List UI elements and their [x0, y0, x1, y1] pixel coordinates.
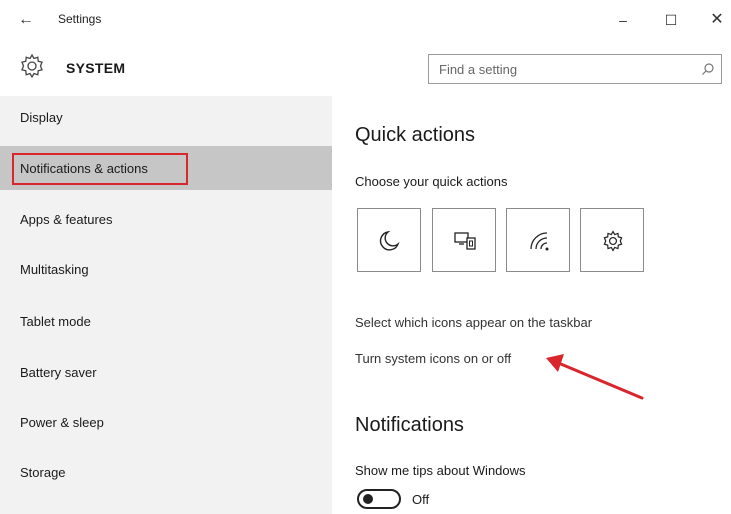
- search-icon[interactable]: [701, 62, 715, 76]
- window-title: Settings: [58, 12, 102, 26]
- notifications-heading: Notifications: [355, 414, 464, 436]
- quick-actions-heading: Quick actions: [355, 124, 476, 146]
- choose-quick-actions-label: Choose your quick actions: [355, 174, 508, 189]
- page-title: SYSTEM: [66, 60, 126, 76]
- sidebar-item-display[interactable]: Display: [0, 96, 332, 140]
- minimize-button[interactable]: –: [607, 8, 639, 32]
- back-button[interactable]: ←: [14, 8, 38, 32]
- maximize-icon: ☐: [664, 12, 678, 28]
- sidebar-item-label: Battery saver: [20, 365, 97, 380]
- page-header: SYSTEM: [0, 40, 731, 96]
- sidebar-item-label: Power & sleep: [20, 415, 104, 430]
- taskbar-icons-link[interactable]: Select which icons appear on the taskbar: [355, 315, 592, 330]
- tips-toggle[interactable]: [357, 489, 401, 509]
- settings-gear-icon: [603, 230, 623, 252]
- sidebar-item-notifications-actions[interactable]: Notifications & actions: [0, 146, 332, 190]
- sidebar-item-battery-saver[interactable]: Battery saver: [0, 351, 332, 395]
- network-icon: [530, 232, 549, 251]
- tips-label: Show me tips about Windows: [355, 463, 526, 478]
- quick-action-tile-all-settings[interactable]: [580, 208, 644, 272]
- back-arrow-icon: ←: [18, 11, 34, 28]
- sidebar-item-power-sleep[interactable]: Power & sleep: [0, 401, 332, 445]
- main-content: Quick actions Choose your quick actions: [332, 96, 731, 514]
- sidebar-item-multitasking[interactable]: Multitasking: [0, 248, 332, 292]
- title-bar: ← Settings – ☐ ✕: [0, 0, 731, 40]
- toggle-knob: [363, 494, 373, 504]
- sidebar-item-label: Notifications & actions: [20, 161, 148, 176]
- sidebar-item-label: Tablet mode: [20, 314, 91, 329]
- sidebar-item-storage[interactable]: Storage: [0, 451, 332, 495]
- project-display-icon: [454, 232, 476, 250]
- search-box[interactable]: [428, 54, 722, 84]
- gear-icon: [21, 53, 43, 79]
- toggle-state-label: Off: [412, 492, 430, 507]
- search-input[interactable]: [429, 55, 689, 83]
- sidebar-item-apps-features[interactable]: Apps & features: [0, 198, 332, 242]
- sidebar-item-label: Display: [20, 110, 63, 125]
- minimize-icon: –: [619, 12, 627, 28]
- close-button[interactable]: ✕: [701, 8, 731, 32]
- maximize-button[interactable]: ☐: [655, 8, 687, 32]
- sidebar-item-label: Apps & features: [20, 212, 113, 227]
- quick-action-tile-network[interactable]: [506, 208, 570, 272]
- sidebar-item-label: Multitasking: [20, 262, 89, 277]
- sidebar: Display Notifications & actions Apps & f…: [0, 96, 332, 514]
- sidebar-item-label: Storage: [20, 465, 66, 480]
- moon-icon: [379, 230, 400, 251]
- system-icons-link[interactable]: Turn system icons on or off: [355, 351, 511, 366]
- red-arrow-annotation: [546, 354, 644, 400]
- sidebar-item-tablet-mode[interactable]: Tablet mode: [0, 300, 332, 344]
- close-icon: ✕: [710, 11, 724, 28]
- quick-action-tile-quiet-hours[interactable]: [357, 208, 421, 272]
- quick-action-tile-project[interactable]: [432, 208, 496, 272]
